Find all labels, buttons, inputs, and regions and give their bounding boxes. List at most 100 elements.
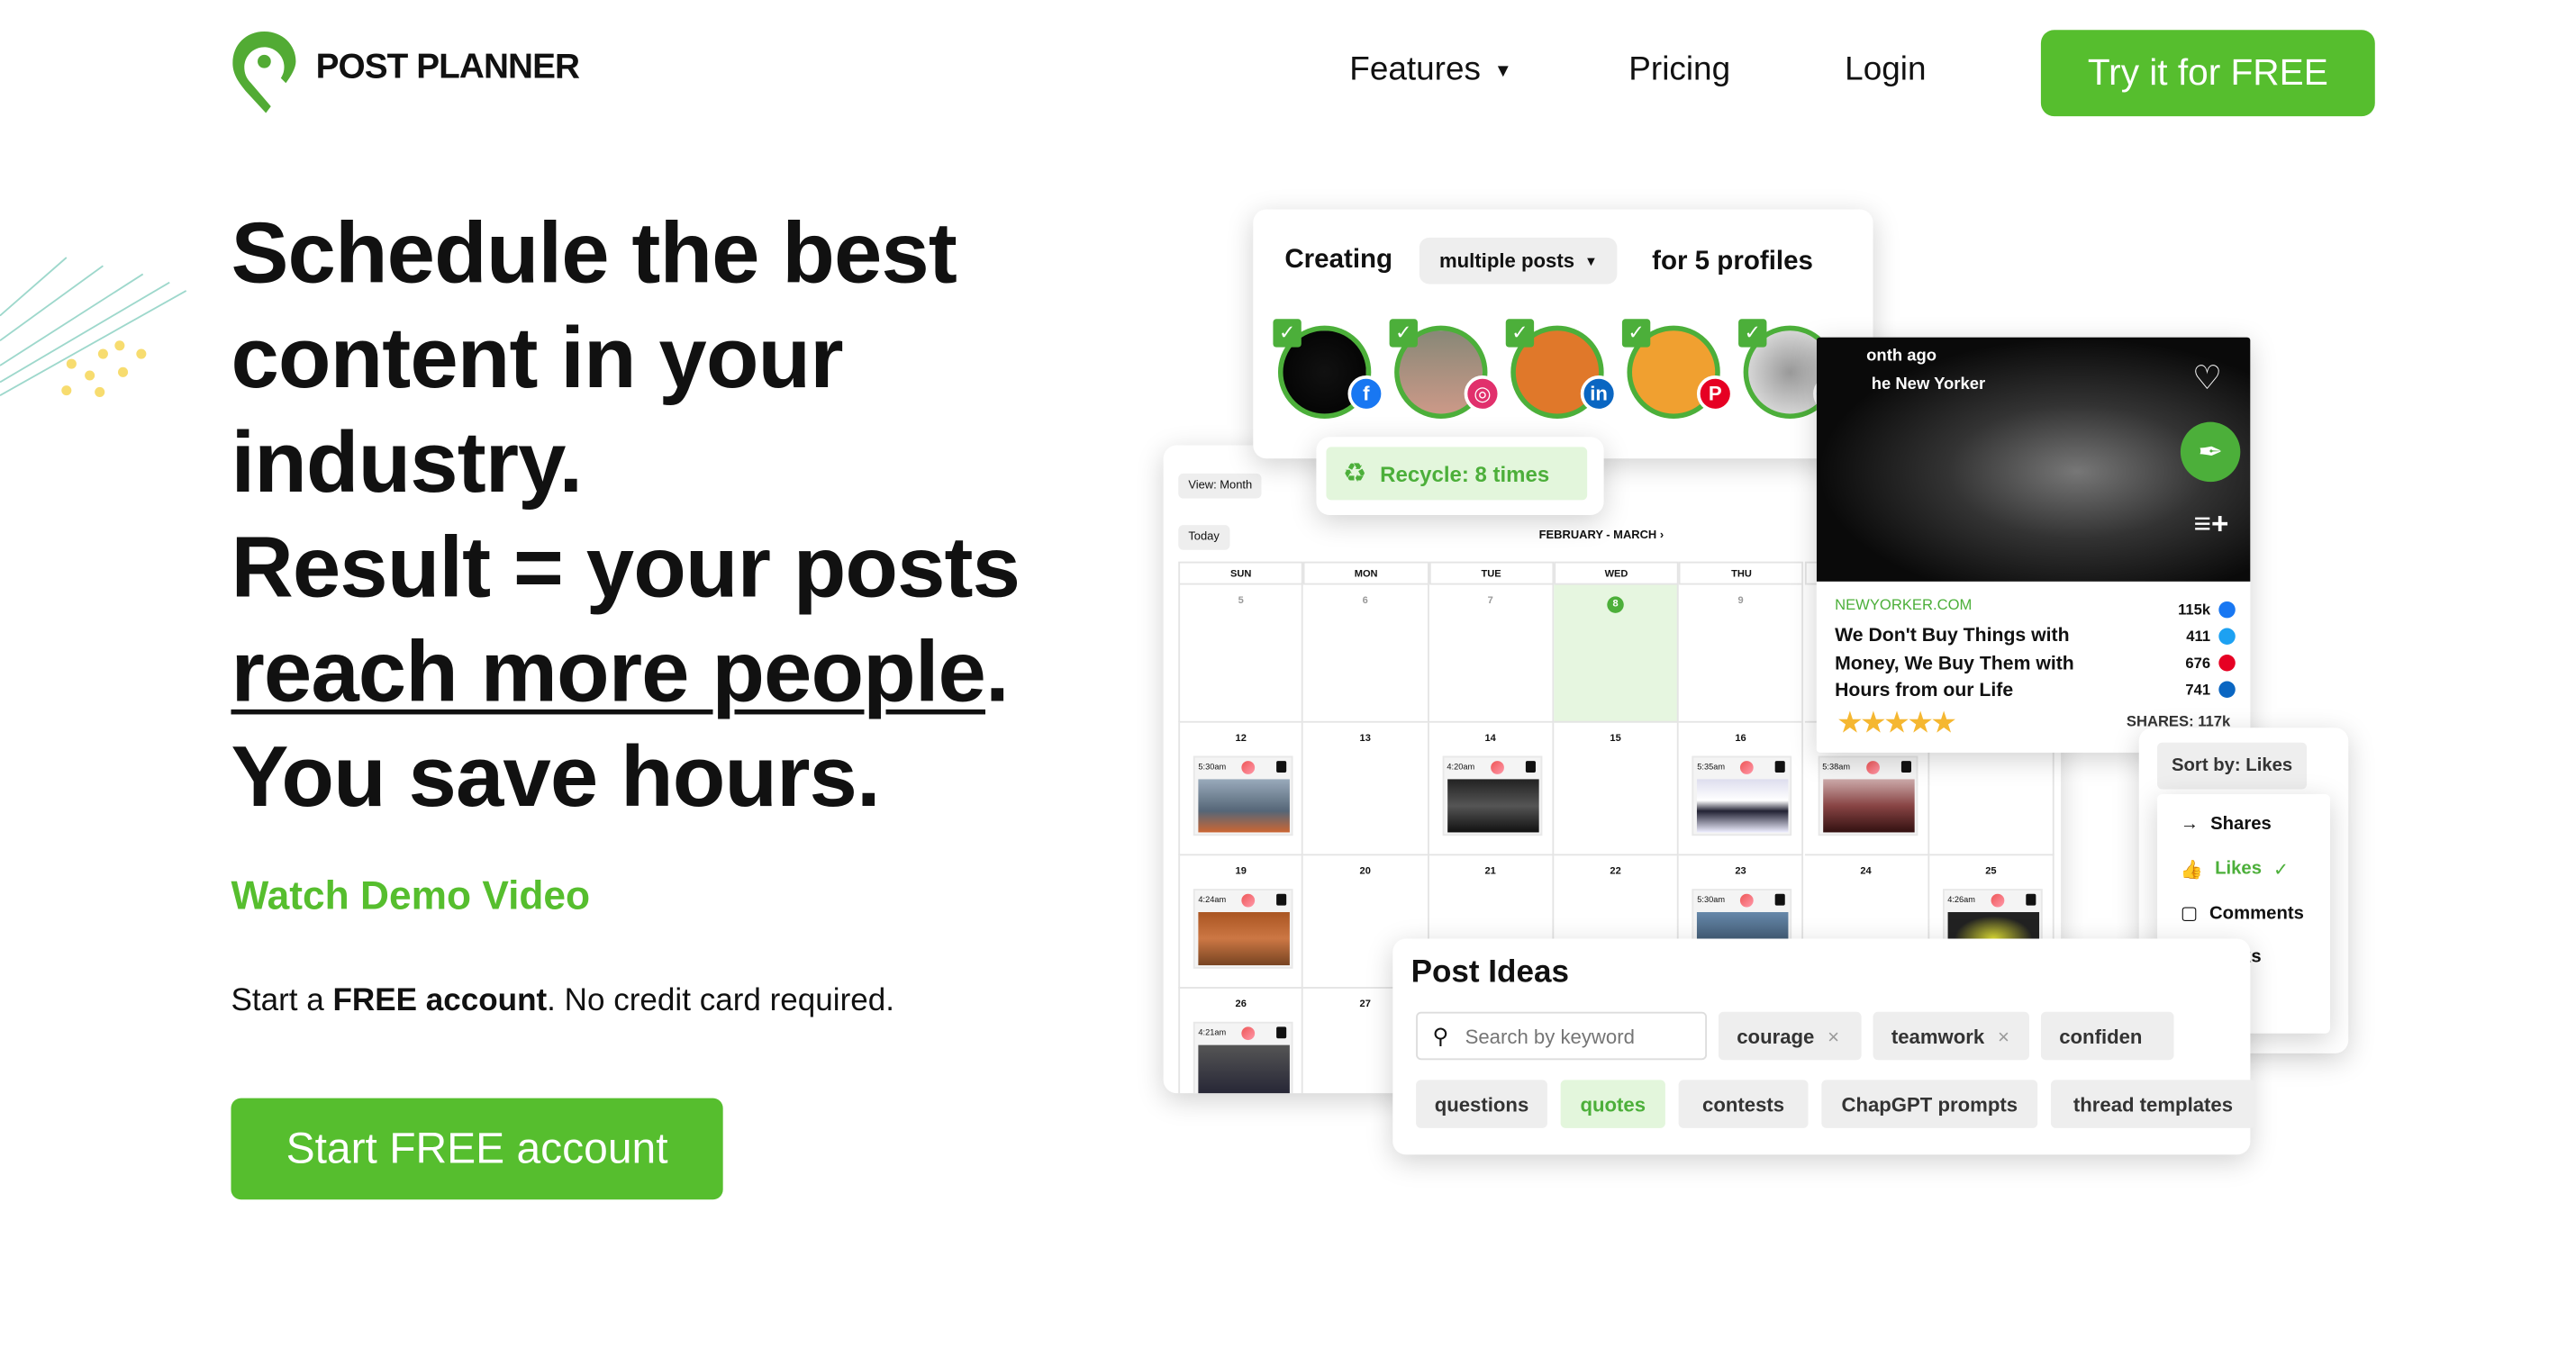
heart-icon[interactable]: ♡ <box>2192 357 2222 399</box>
image-icon <box>1276 1026 1287 1039</box>
headline-line: You save hours. <box>231 729 880 827</box>
image-icon <box>1900 761 1911 773</box>
active-tag[interactable]: courage × <box>1718 1011 1862 1061</box>
day-number: 14 <box>1484 734 1496 745</box>
scheduled-post[interactable]: 5:35am <box>1692 755 1792 836</box>
calendar-day[interactable]: 9 <box>1678 584 1804 723</box>
day-number: 16 <box>1735 734 1746 745</box>
check-icon: ✓ <box>1505 319 1535 348</box>
calendar-day[interactable]: 19 4:24am <box>1178 855 1304 989</box>
sort-option-comments[interactable]: ▢ Comments <box>2181 902 2304 924</box>
close-icon[interactable]: × <box>1828 1025 1839 1048</box>
day-number: 5 <box>1238 596 1244 607</box>
profiles-count: for 5 profiles <box>1652 247 1813 276</box>
close-icon[interactable]: × <box>1998 1025 2009 1048</box>
range-label: FEBRUARY - MARCH <box>1538 529 1657 542</box>
recycle-popup: ♻ Recycle: 8 times <box>1316 437 1604 516</box>
caret-down-icon: ▼ <box>1493 60 1512 81</box>
category-tag[interactable]: contests <box>1678 1080 1809 1128</box>
headline-line: Schedule the best <box>231 205 957 303</box>
today-button[interactable]: Today <box>1178 525 1229 550</box>
post-time: 4:21am <box>1198 1028 1227 1039</box>
headline-line: industry. <box>231 415 583 512</box>
post-time: 4:20am <box>1447 762 1475 773</box>
category-tag[interactable]: quotes <box>1560 1080 1665 1128</box>
image-icon <box>1775 761 1786 773</box>
sort-option-shares[interactable]: → Shares <box>2181 814 2272 834</box>
category-tag[interactable]: thread templates <box>2050 1080 2255 1128</box>
chevron-right-icon: › <box>1659 529 1664 542</box>
view-month-button[interactable]: View: Month <box>1178 473 1263 499</box>
post-time: 5:30am <box>1697 895 1726 906</box>
nav-features-label: Features <box>1349 51 1481 88</box>
headline-period: . <box>985 624 1010 721</box>
active-tag[interactable]: confiden <box>2040 1011 2174 1061</box>
watch-demo-link[interactable]: Watch Demo Video <box>231 874 590 921</box>
article-source: he New Yorker <box>1871 375 1986 394</box>
nav-pricing[interactable]: Pricing <box>1628 51 1730 89</box>
creating-label: Creating <box>1284 246 1393 275</box>
reach-more-people-link[interactable]: reach more people <box>231 625 985 721</box>
twitter-icon <box>2218 628 2236 645</box>
headline-line: Result = your posts <box>231 520 1020 617</box>
category-tag[interactable]: questions <box>1416 1080 1547 1128</box>
calendar-range[interactable]: FEBRUARY - MARCH › <box>1539 530 1664 542</box>
instagram-icon: ◎ <box>1464 375 1501 412</box>
note-text: . No credit card required. <box>547 983 895 1019</box>
scheduled-post[interactable]: 5:30am <box>1193 755 1293 836</box>
post-thumbnail <box>1198 912 1290 966</box>
scheduled-post[interactable]: 5:38am <box>1817 755 1918 836</box>
calendar-day[interactable]: 15 <box>1554 722 1679 856</box>
calendar-day[interactable]: 8 <box>1554 584 1679 723</box>
day-number: 13 <box>1359 734 1371 745</box>
check-icon: ✓ <box>1621 319 1651 348</box>
instagram-icon <box>1740 761 1755 774</box>
try-free-button[interactable]: Try it for FREE <box>2040 30 2375 117</box>
calendar-day[interactable]: 16 5:35am <box>1678 722 1804 856</box>
day-number: 6 <box>1362 596 1368 607</box>
recycle-badge[interactable]: ♻ Recycle: 8 times <box>1326 447 1588 501</box>
scheduled-post[interactable]: 4:20am <box>1441 755 1542 836</box>
day-number: 25 <box>1985 867 1997 878</box>
day-number: 9 <box>1737 596 1744 607</box>
calendar-day[interactable]: 26 4:21am <box>1178 988 1304 1094</box>
calendar-day[interactable]: 12 5:30am <box>1178 722 1304 856</box>
sort-by-button[interactable]: Sort by: Likes <box>2157 742 2308 790</box>
image-icon <box>2025 893 2036 906</box>
nav-login[interactable]: Login <box>1845 51 1926 89</box>
scheduled-post[interactable]: 4:24am <box>1193 889 1293 969</box>
active-tag[interactable]: teamwork × <box>1873 1011 2029 1061</box>
calendar-day[interactable]: 6 <box>1303 584 1429 723</box>
stat-value: 676 <box>2185 655 2211 672</box>
calendar-day[interactable]: 14 4:20am <box>1429 722 1555 856</box>
post-mode-dropdown[interactable]: multiple posts ▼ <box>1419 237 1618 285</box>
pinterest-icon: P <box>1696 375 1734 412</box>
arrow-right-icon: → <box>2180 814 2200 835</box>
scheduled-post[interactable]: 4:21am <box>1193 1021 1293 1094</box>
nav-features[interactable]: Features ▼ <box>1349 51 1512 89</box>
sort-option-likes[interactable]: 👍 Likes ✓ <box>2181 858 2289 880</box>
day-header: THU <box>1678 561 1804 585</box>
quill-icon[interactable]: ✒ <box>2180 421 2241 483</box>
post-time: 5:30am <box>1198 762 1227 773</box>
keyword-search[interactable]: ⚲ <box>1416 1011 1708 1061</box>
start-free-account-button[interactable]: Start FREE account <box>231 1098 723 1200</box>
calendar-day[interactable]: 5 <box>1178 584 1304 723</box>
day-header: SUN <box>1178 561 1304 585</box>
logo[interactable] <box>231 30 297 121</box>
article-card: onth ago he New Yorker ♡ ✒ ≡+ NEWYORKER.… <box>1816 337 2251 753</box>
article-title[interactable]: We Don't Buy Things with Money, We Buy T… <box>1835 623 2126 705</box>
recycle-label: Recycle: 8 times <box>1380 461 1550 486</box>
check-icon: ✓ <box>1738 319 1767 348</box>
category-tag[interactable]: ChapGPT prompts <box>1821 1080 2038 1128</box>
search-icon: ⚲ <box>1432 1022 1449 1048</box>
rating-stars: ★★★★★ <box>1836 706 1957 740</box>
search-input[interactable] <box>1465 1024 1682 1048</box>
calendar-day[interactable]: 13 <box>1303 722 1429 856</box>
post-thumbnail <box>1447 779 1538 833</box>
add-to-queue-icon[interactable]: ≡+ <box>2194 507 2229 542</box>
stat-value: 115k <box>2178 601 2211 619</box>
post-thumbnail <box>1822 779 1914 833</box>
calendar-day[interactable]: 7 <box>1429 584 1555 723</box>
sort-option-label: Comments <box>2209 902 2304 924</box>
